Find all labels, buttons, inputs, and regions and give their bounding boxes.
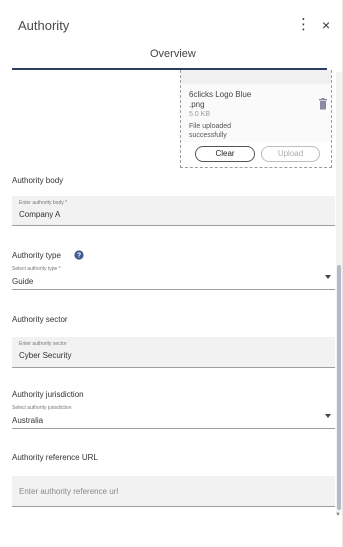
upload-button[interactable]: Upload: [261, 146, 320, 162]
upload-status-text: File uploaded successfully: [189, 123, 232, 139]
authority-body-hint: Enter authority body *: [19, 200, 68, 206]
authority-type-select[interactable]: Select authority type * Guide: [12, 264, 335, 290]
authority-body-label: Authority body: [12, 176, 64, 185]
uploaded-file-size: 5.0 KB: [189, 111, 211, 118]
authority-type-value: Guide: [12, 277, 34, 286]
scroll-down-icon[interactable]: ▼: [335, 512, 341, 518]
authority-body-input[interactable]: Enter authority body * Company A: [12, 196, 335, 226]
authority-jurisdiction-select[interactable]: Select authority jurisdiction Australia: [12, 403, 335, 429]
upload-preview-strip: [181, 70, 331, 84]
more-options-icon[interactable]: ⋮: [296, 16, 311, 34]
trash-icon[interactable]: [318, 98, 328, 110]
authority-jurisdiction-hint: Select authority jurisdiction: [12, 405, 72, 411]
authority-sector-label: Authority sector: [12, 315, 68, 324]
chevron-down-icon: [325, 414, 331, 418]
tab-overview[interactable]: Overview: [150, 48, 196, 60]
authority-jurisdiction-value: Australia: [12, 416, 44, 425]
uploaded-file-name: 6clicks Logo Blue .png: [189, 90, 252, 109]
authority-jurisdiction-label: Authority jurisdiction: [12, 390, 84, 399]
panel-title: Authority: [18, 18, 70, 33]
authority-reference-url-placeholder: Enter authority reference url: [19, 487, 119, 496]
authority-type-label: Authority type: [12, 251, 61, 260]
authority-type-hint: Select authority type *: [12, 266, 61, 272]
svg-text:?: ?: [77, 253, 81, 260]
chevron-down-icon: [325, 275, 331, 279]
authority-sector-value: Cyber Security: [19, 351, 72, 360]
panel-header: Authority ⋮ ×: [0, 0, 343, 52]
authority-sector-hint: Enter authority sector: [19, 341, 67, 347]
close-icon[interactable]: ×: [322, 17, 336, 33]
scrollbar-thumb[interactable]: [337, 265, 341, 510]
clear-button[interactable]: Clear: [195, 146, 255, 162]
authority-reference-url-label: Authority reference URL: [12, 453, 98, 462]
help-circle-icon[interactable]: ?: [74, 250, 84, 260]
authority-body-value: Company A: [19, 210, 61, 219]
authority-sector-input[interactable]: Enter authority sector Cyber Security: [12, 337, 335, 368]
authority-reference-url-input[interactable]: Enter authority reference url: [12, 476, 335, 507]
authority-panel: Authority ⋮ × Overview 6clicks Logo Blue…: [0, 0, 343, 547]
